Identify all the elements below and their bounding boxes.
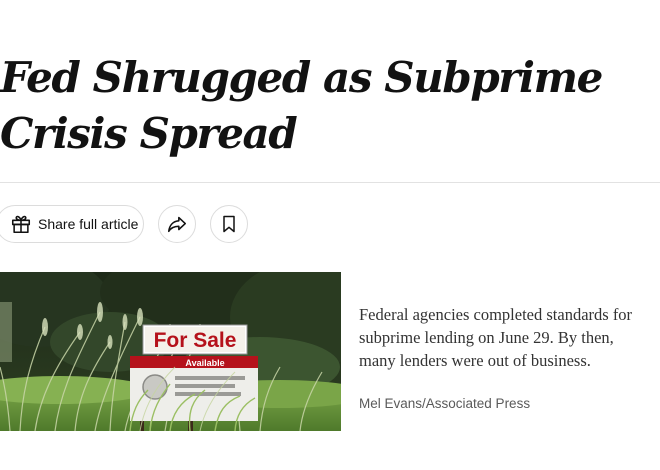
- sign-subtitle: Available: [185, 358, 224, 368]
- share-arrow-icon: [167, 216, 187, 233]
- share-button-label: Share full article: [38, 216, 139, 232]
- share-full-article-button[interactable]: Share full article: [0, 205, 144, 243]
- gift-icon: [11, 215, 31, 234]
- sign-title: For Sale: [154, 329, 237, 352]
- share-button[interactable]: [158, 205, 196, 243]
- photo-caption: Federal agencies completed standards for…: [359, 305, 633, 370]
- divider: [0, 182, 660, 183]
- photo-credit: Mel Evans/Associated Press: [359, 396, 531, 411]
- bookmark-icon: [223, 215, 235, 233]
- article-photo: For Sale Available: [0, 272, 341, 431]
- save-bookmark-button[interactable]: [210, 205, 248, 243]
- article-headline: Fed Shrugged as Subprime Crisis Spread: [0, 53, 603, 158]
